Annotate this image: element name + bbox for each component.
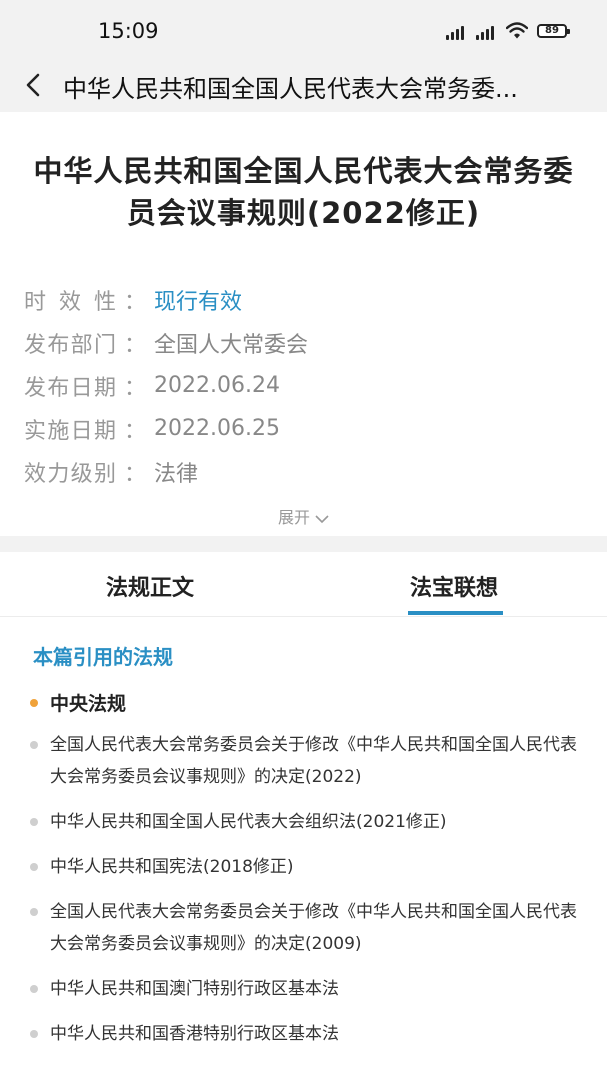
meta-label: 时效性 <box>24 289 116 315</box>
status-time: 15:09 <box>98 19 159 43</box>
meta-label: 效力级别 <box>24 461 116 487</box>
meta-row-effective-date: 实施日期 ： 2022.06.25 <box>24 407 308 450</box>
meta-row-department: 发布部门 ： 全国人大常委会 <box>24 321 308 364</box>
bullet-icon <box>30 908 38 916</box>
meta-label: 实施日期 <box>24 418 116 444</box>
law-title: 全国人民代表大会常务委员会关于修改《中华人民共和国全国人民代表大会常务委员会议事… <box>50 735 577 787</box>
law-list-item[interactable]: 中华人民共和国全国人民代表大会组织法(2021修正) <box>30 806 580 838</box>
status-bar: 15:09 89 <box>0 0 607 58</box>
meta-row-level: 效力级别 ： 法律 <box>24 450 308 493</box>
bullet-icon <box>30 985 38 993</box>
level-value: 法律 <box>154 461 199 487</box>
meta-row-validity: 时效性 ： 现行有效 <box>24 278 308 321</box>
nav-bar: 中华人民共和国全国人民代表大会常务委... <box>0 58 607 112</box>
expand-label: 展开 <box>277 508 310 527</box>
group-label: 中央法规 <box>50 693 127 715</box>
bullet-icon <box>30 863 38 871</box>
document-meta: 时效性 ： 现行有效 发布部门 ： 全国人大常委会 发布日期 ： 2022.06… <box>24 278 308 493</box>
law-list-item[interactable]: 全国人民代表大会常务委员会关于修改《中华人民共和国全国人民代表大会常务委员会议事… <box>30 729 580 793</box>
chevron-down-icon <box>315 514 329 523</box>
bullet-icon <box>30 1030 38 1038</box>
nav-title: 中华人民共和国全国人民代表大会常务委... <box>63 75 518 103</box>
validity-value: 现行有效 <box>154 289 243 315</box>
law-list-item[interactable]: 中华人民共和国香港特别行政区基本法 <box>30 1018 580 1050</box>
law-list: 全国人民代表大会常务委员会关于修改《中华人民共和国全国人民代表大会常务委员会议事… <box>30 729 580 1063</box>
tab-regulation-text[interactable]: 法规正文 <box>106 570 194 602</box>
document-header: 中华人民共和国全国人民代表大会常务委员会议事规则(2022修正) 时效性 ： 现… <box>0 112 607 536</box>
tab-bar: 法规正文 法宝联想 <box>0 552 607 617</box>
meta-colon: ： <box>123 375 146 401</box>
document-title: 中华人民共和国全国人民代表大会常务委员会议事规则(2022修正) <box>33 154 574 230</box>
cellular-signal-icon <box>446 24 468 40</box>
active-tab-indicator <box>408 611 503 615</box>
publish-date-value: 2022.06.24 <box>154 373 280 398</box>
law-title: 中华人民共和国香港特别行政区基本法 <box>50 1024 339 1044</box>
meta-label: 发布部门 <box>24 332 116 358</box>
cellular-signal-icon-2 <box>476 24 498 40</box>
meta-colon: ： <box>123 461 146 487</box>
law-list-item[interactable]: 全国人民代表大会常务委员会关于修改《中华人民共和国全国人民代表大会常务委员会议事… <box>30 896 580 960</box>
effective-date-value: 2022.06.25 <box>154 416 280 441</box>
expand-button[interactable]: 展开 <box>0 504 607 528</box>
meta-colon: ： <box>123 289 146 315</box>
meta-row-publish-date: 发布日期 ： 2022.06.24 <box>24 364 308 407</box>
section-divider <box>0 536 607 552</box>
law-list-item[interactable]: 中华人民共和国宪法(2018修正) <box>30 851 580 883</box>
battery-icon: 89 <box>537 24 570 38</box>
bullet-icon <box>30 741 38 749</box>
law-title: 中华人民共和国宪法(2018修正) <box>50 857 294 877</box>
section-title: 本篇引用的法规 <box>33 645 173 669</box>
related-laws-panel: 本篇引用的法规 中央法规 全国人民代表大会常务委员会关于修改《中华人民共和国全国… <box>0 617 607 1080</box>
law-title: 中华人民共和国澳门特别行政区基本法 <box>50 979 339 999</box>
meta-colon: ： <box>123 332 146 358</box>
department-value: 全国人大常委会 <box>154 332 309 358</box>
meta-label: 发布日期 <box>24 375 116 401</box>
tab-related-laws[interactable]: 法宝联想 <box>410 570 498 602</box>
law-title: 中华人民共和国全国人民代表大会组织法(2021修正) <box>50 812 447 832</box>
law-list-item[interactable]: 中华人民共和国澳门特别行政区基本法 <box>30 973 580 1005</box>
bullet-icon <box>30 818 38 826</box>
meta-colon: ： <box>123 418 146 444</box>
law-title: 全国人民代表大会常务委员会关于修改《中华人民共和国全国人民代表大会常务委员会议事… <box>50 902 577 954</box>
wifi-icon <box>506 22 528 39</box>
back-arrow-icon[interactable] <box>18 68 50 102</box>
orange-bullet-icon <box>30 698 38 707</box>
group-header: 中央法规 <box>30 689 126 716</box>
